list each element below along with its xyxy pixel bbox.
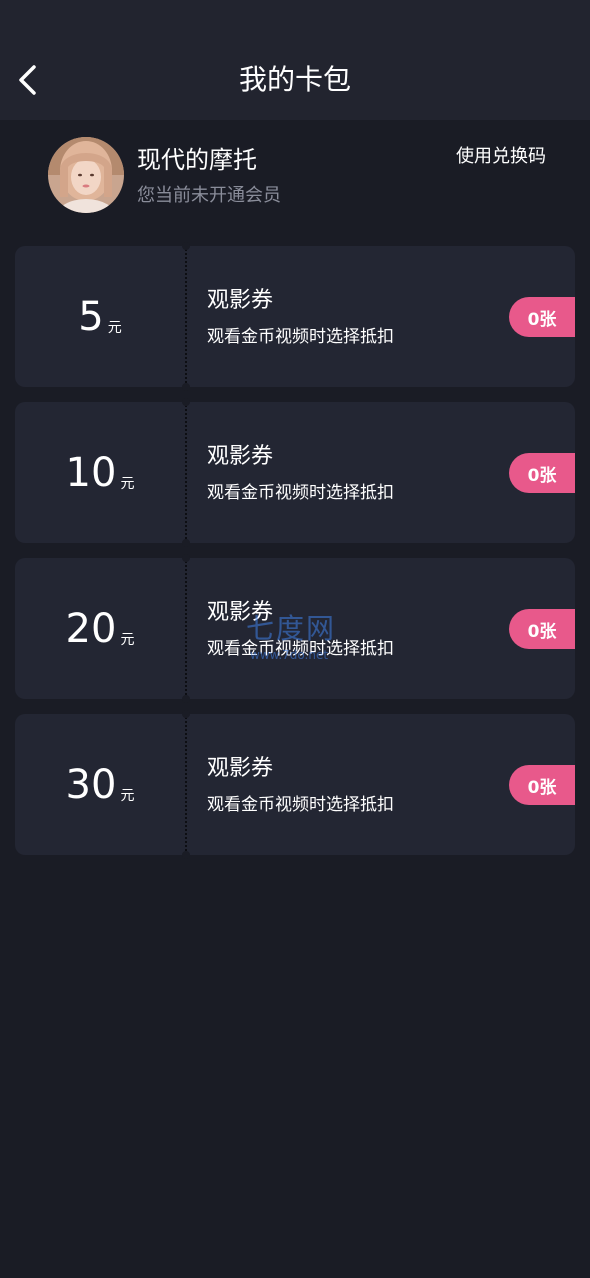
voucher-count-badge: 0张 [509, 765, 575, 805]
member-status: 您当前未开通会员 [137, 185, 281, 206]
ticket-notch [182, 851, 190, 859]
avatar-image [48, 137, 124, 213]
top-bar: 我的卡包 [0, 0, 590, 120]
voucher-card[interactable]: 10 元 观影券 观看金币视频时选择抵扣 0张 [15, 398, 575, 547]
voucher-title: 观影券 [207, 756, 274, 781]
amount-value: 10 [65, 449, 117, 496]
ticket-notch [182, 710, 190, 718]
voucher-card[interactable]: 20 元 观影券 观看金币视频时选择抵扣 0张 [15, 554, 575, 703]
amount-unit: 元 [120, 631, 135, 648]
voucher-count-badge: 0张 [509, 297, 575, 337]
dotted-divider [185, 558, 187, 699]
voucher-description: 观看金币视频时选择抵扣 [207, 483, 394, 503]
voucher-title: 观影券 [207, 444, 274, 469]
voucher-list: 5元 观影券 观看金币视频时选择抵扣 0张 10 元 观影券 观看金币视频时选择抵… [15, 242, 575, 870]
voucher-amount: 10 元 [15, 402, 185, 543]
dotted-divider [185, 246, 187, 387]
voucher-card[interactable]: 5元 观影券 观看金币视频时选择抵扣 0张 [15, 242, 575, 391]
ticket-notch [182, 383, 190, 391]
ticket-notch [182, 398, 190, 406]
voucher-description: 观看金币视频时选择抵扣 [207, 639, 394, 659]
profile-section: 现代的摩托 您当前未开通会员 使用兑换码 [0, 120, 590, 240]
voucher-card[interactable]: 30 元 观影券 观看金币视频时选择抵扣 0张 [15, 710, 575, 859]
ticket-notch [182, 554, 190, 562]
amount-value: 5 [78, 293, 104, 340]
page-title: 我的卡包 [238, 63, 351, 96]
dotted-divider [185, 714, 187, 855]
ticket-notch [182, 695, 190, 703]
voucher-description: 观看金币视频时选择抵扣 [207, 327, 394, 347]
amount-value: 20 [65, 605, 117, 652]
voucher-amount: 30 元 [15, 714, 185, 855]
voucher-title: 观影券 [207, 288, 274, 313]
redeem-code-button[interactable]: 使用兑换码 [456, 144, 546, 170]
amount-unit: 元 [120, 787, 135, 804]
voucher-description: 观看金币视频时选择抵扣 [207, 795, 394, 815]
amount-unit: 元 [107, 319, 122, 336]
ticket-notch [182, 539, 190, 547]
ticket-notch [182, 242, 190, 250]
user-name: 现代的摩托 [137, 146, 257, 174]
voucher-count-badge: 0张 [509, 453, 575, 493]
voucher-amount: 5元 [15, 246, 185, 387]
voucher-amount: 20 元 [15, 558, 185, 699]
dotted-divider [185, 402, 187, 543]
voucher-title: 观影券 [207, 600, 274, 625]
voucher-count-badge: 0张 [509, 609, 575, 649]
avatar[interactable] [48, 137, 124, 213]
amount-value: 30 [65, 761, 117, 808]
amount-unit: 元 [120, 475, 135, 492]
